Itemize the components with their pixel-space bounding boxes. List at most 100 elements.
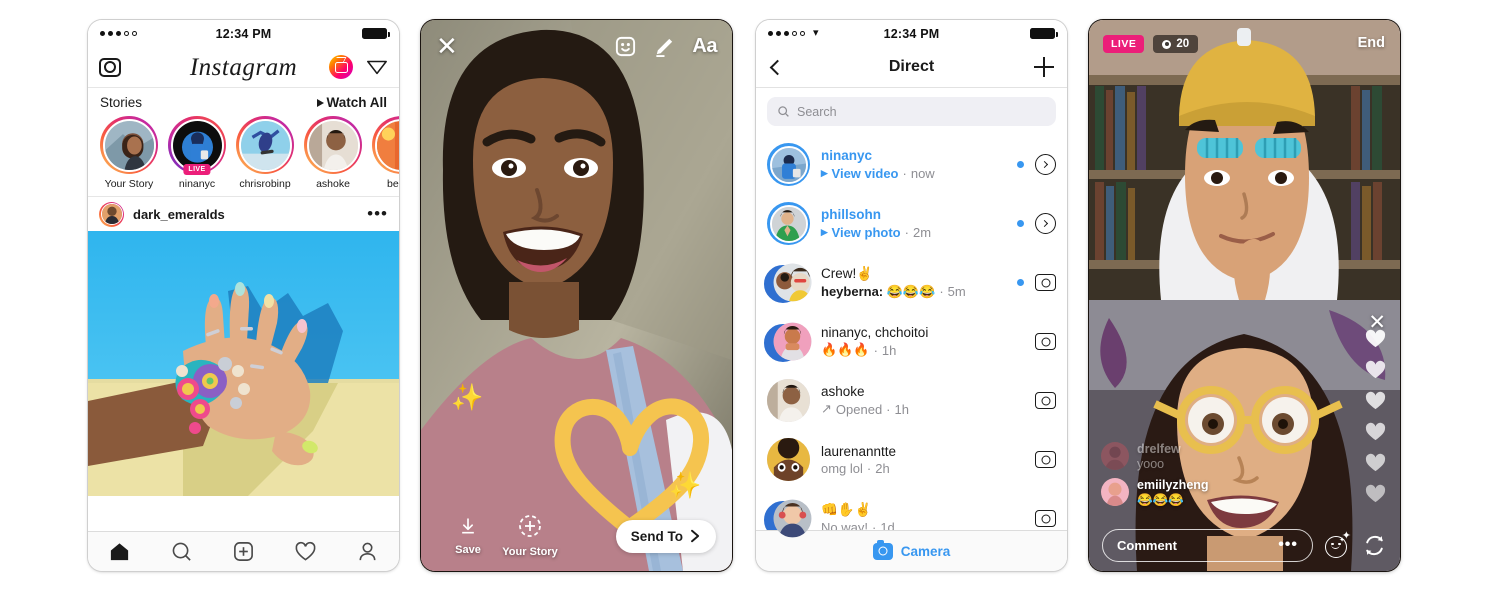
camera-icon[interactable] xyxy=(1035,392,1056,409)
profile-icon[interactable] xyxy=(356,540,379,563)
status-bar-direct: ▾ 12:34 PM xyxy=(756,20,1067,47)
chevron-right-icon xyxy=(691,529,700,543)
end-broadcast-button[interactable]: End xyxy=(1358,35,1385,51)
home-icon[interactable] xyxy=(108,540,131,563)
text-tool-button[interactable]: Aa xyxy=(692,35,717,58)
comment-author: emiilyzheng xyxy=(1137,478,1209,492)
save-button[interactable]: Save xyxy=(437,516,499,556)
story-item-your-story[interactable]: Your Story xyxy=(100,116,158,190)
unread-dot xyxy=(1017,220,1024,227)
story-item-ninanyc[interactable]: LIVE ninanyc xyxy=(168,116,226,190)
paper-plane-icon[interactable] xyxy=(366,56,388,78)
comment-text: yooo xyxy=(1137,457,1165,471)
status-time: 12:34 PM xyxy=(215,26,272,41)
story-item-ashoke[interactable]: ashoke xyxy=(304,116,362,190)
camera-icon[interactable] xyxy=(1035,451,1056,468)
search-icon xyxy=(778,106,789,117)
instagram-logo: Instagram xyxy=(189,53,298,81)
switch-camera-icon[interactable] xyxy=(1362,533,1387,558)
search-placeholder: Search xyxy=(797,104,837,119)
add-post-icon[interactable] xyxy=(232,540,255,563)
igtv-icon[interactable] xyxy=(329,55,353,79)
avatar-group[interactable] xyxy=(762,261,812,305)
download-icon xyxy=(462,518,474,534)
post-username[interactable]: dark_emeralds xyxy=(133,207,225,222)
story-canvas: ✨ ✨ ✕ Aa Save Your Story Send To xyxy=(421,20,732,571)
face-filters-icon[interactable]: ✦ ✦ xyxy=(1325,530,1351,558)
story-item-benjin[interactable]: benjin xyxy=(372,116,399,190)
direct-thread-list[interactable]: ninanyc ▸ View video · now phillsohn ▸ V… xyxy=(756,135,1067,548)
stories-list[interactable]: Your Story LIVE ninanyc chrisrobinp asho… xyxy=(88,116,399,190)
table-row[interactable]: phillsohn ▸ View photo · 2m xyxy=(756,194,1067,253)
live-badge: LIVE xyxy=(183,164,211,175)
list-item: drelfew yooo xyxy=(1101,442,1291,471)
status-bar-feed: 12:34 PM xyxy=(88,20,399,47)
avatar-group[interactable] xyxy=(762,320,812,364)
unread-dot xyxy=(1017,161,1024,168)
table-row[interactable]: laurenanntte omg lol · 2h xyxy=(756,430,1067,489)
camera-label: Camera xyxy=(900,543,951,559)
avatar xyxy=(376,120,399,170)
list-item: emiilyzheng 😂😂😂 xyxy=(1101,478,1291,508)
avatar[interactable] xyxy=(767,143,810,186)
close-icon[interactable]: ✕ xyxy=(1368,310,1386,335)
story-item-chrisrobinp[interactable]: chrisrobinp xyxy=(236,116,294,190)
unread-dot xyxy=(1017,279,1024,286)
comment-input[interactable]: Comment ••• xyxy=(1102,528,1313,562)
live-guest-video: ✕ drelfew yooo emiilyzheng 😂😂😂 Comment •… xyxy=(1089,300,1400,571)
heart-icon xyxy=(1365,484,1386,503)
story-label: benjin xyxy=(386,178,399,190)
play-chevron-icon[interactable] xyxy=(1035,213,1056,234)
save-label: Save xyxy=(455,544,481,556)
live-comments-list: drelfew yooo emiilyzheng 😂😂😂 xyxy=(1101,442,1291,515)
watch-all-button[interactable]: Watch All xyxy=(316,95,387,110)
search-icon[interactable] xyxy=(170,540,193,563)
status-time: 12:34 PM xyxy=(883,26,940,41)
live-comment-bar: Comment ••• ✦ ✦ xyxy=(1089,528,1400,562)
avatar[interactable] xyxy=(767,202,810,245)
table-row[interactable]: Crew!✌️ heyberna: 😂😂😂 · 5m xyxy=(756,253,1067,312)
camera-icon[interactable] xyxy=(1035,510,1056,527)
search-bar-wrap: Search xyxy=(756,88,1067,135)
viewer-count: 20 xyxy=(1153,35,1199,53)
new-message-plus-icon[interactable] xyxy=(1034,57,1054,77)
table-row[interactable]: ashoke ↗ Opened · 1h xyxy=(756,371,1067,430)
post-avatar[interactable] xyxy=(99,201,124,227)
avatar[interactable] xyxy=(767,379,810,422)
phone-direct: ▾ 12:34 PM Direct Search ninanyc ▸ View … xyxy=(756,20,1067,571)
close-icon[interactable]: ✕ xyxy=(436,33,458,59)
camera-icon[interactable] xyxy=(99,57,121,77)
play-triangle-icon xyxy=(316,98,324,107)
your-story-button[interactable]: Your Story xyxy=(499,514,561,558)
sparkle-sticker-right: ✨ xyxy=(669,470,702,500)
avatar[interactable] xyxy=(767,438,810,481)
story-label: chrisrobinp xyxy=(239,178,291,190)
heart-icon xyxy=(1365,360,1386,379)
send-to-button[interactable]: Send To xyxy=(615,519,716,553)
thread-name: phillsohn xyxy=(821,207,881,222)
search-input[interactable]: Search xyxy=(767,97,1056,126)
avatar xyxy=(1101,478,1129,506)
feed-tabbar[interactable] xyxy=(88,531,399,571)
thread-name: ninanyc, chchoitoi xyxy=(821,325,929,340)
table-row[interactable]: ninanyc, chchoitoi 🔥🔥🔥 · 1h xyxy=(756,312,1067,371)
avatar xyxy=(172,120,222,170)
thread-preview: ↗ Opened · 1h xyxy=(821,401,909,417)
camera-icon[interactable] xyxy=(1035,274,1056,291)
camera-icon[interactable] xyxy=(1035,333,1056,350)
thread-preview: 🔥🔥🔥 · 1h xyxy=(821,342,897,358)
more-options-icon[interactable]: ••• xyxy=(367,205,388,222)
play-chevron-icon[interactable] xyxy=(1035,154,1056,175)
sticker-icon[interactable] xyxy=(614,35,637,58)
thread-preview: omg lol · 2h xyxy=(821,460,890,476)
phone-story-editor: ✨ ✨ ✕ Aa Save Your Story Send To xyxy=(421,20,732,571)
story-editor-toolbar: ✕ Aa xyxy=(421,20,732,72)
story-label: Your Story xyxy=(104,178,154,190)
direct-camera-footer[interactable]: Camera xyxy=(756,530,1067,571)
activity-heart-icon[interactable] xyxy=(294,540,317,563)
stories-title: Stories xyxy=(100,95,143,110)
table-row[interactable]: ninanyc ▸ View video · now xyxy=(756,135,1067,194)
pen-icon[interactable] xyxy=(653,35,676,58)
live-badge: LIVE xyxy=(1103,35,1145,53)
more-options-icon[interactable]: ••• xyxy=(1278,537,1298,552)
